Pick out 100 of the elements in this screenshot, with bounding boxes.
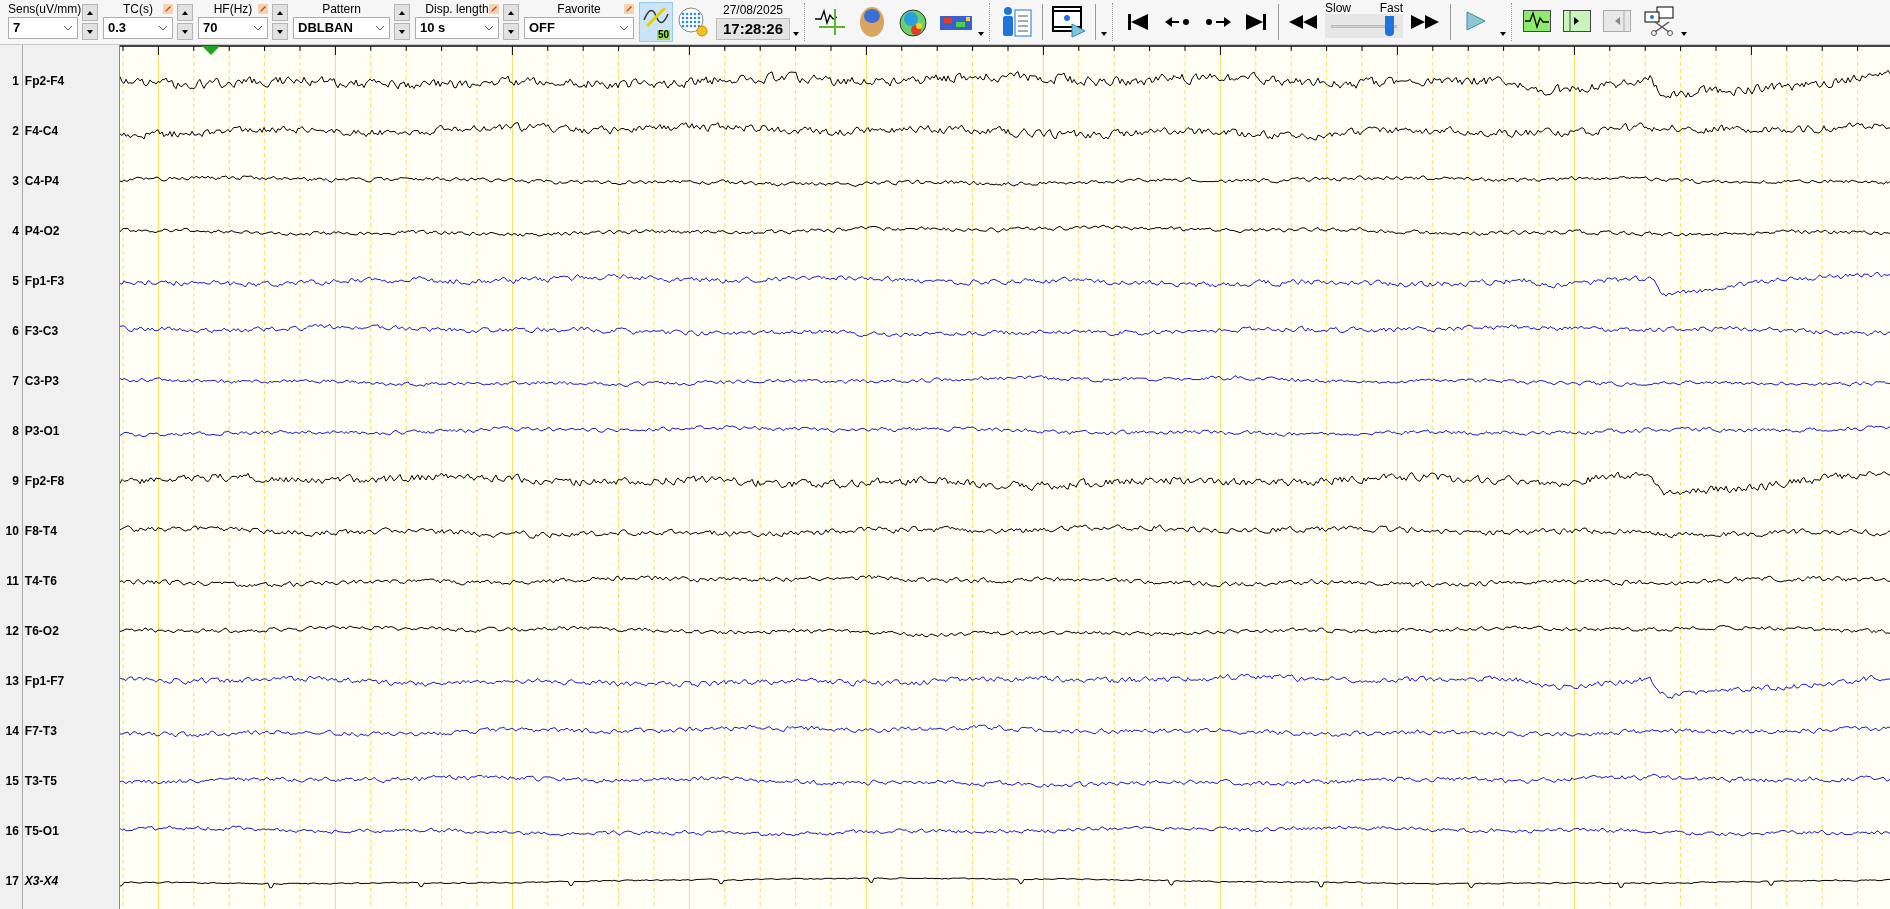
spin-up-button[interactable] <box>177 4 193 21</box>
value-dropdown[interactable]: 7 <box>8 17 78 39</box>
channel-number: 17 <box>4 873 19 890</box>
up-arrow-icon <box>277 10 283 15</box>
spectrum-map-icon[interactable] <box>940 16 972 30</box>
channel-number: 8 <box>11 423 19 440</box>
play-page-icon[interactable] <box>1563 10 1591 32</box>
channel-number: 7 <box>11 373 19 390</box>
caret-icon <box>375 25 385 31</box>
slider-thumb[interactable] <box>1384 16 1394 36</box>
dropdown-arrow-icon[interactable] <box>1101 32 1107 36</box>
channel-label[interactable]: P4-O2 <box>24 222 60 240</box>
spin-down-button[interactable] <box>82 23 98 40</box>
control-label: Sens(uV/mm) <box>8 2 82 15</box>
control-label: Disp. length <box>425 2 489 15</box>
channel-number: 1 <box>11 73 19 90</box>
value-dropdown[interactable]: OFF <box>524 17 634 39</box>
spin-up-button[interactable] <box>272 4 288 21</box>
head-settings-icon[interactable] <box>677 6 709 38</box>
control-label: Favorite <box>557 2 601 15</box>
channel-label[interactable]: C4-P4 <box>24 172 59 190</box>
channel-label[interactable]: T6-O2 <box>24 622 59 640</box>
up-arrow-icon <box>508 10 514 15</box>
up-arrow-icon <box>87 10 93 15</box>
pencil-icon[interactable] <box>489 3 499 14</box>
channel-label[interactable]: T4-T6 <box>24 572 57 590</box>
caret-icon <box>158 25 168 31</box>
value-dropdown[interactable]: DBLBAN <box>293 17 390 39</box>
down-arrow-icon <box>508 29 514 34</box>
play-icon[interactable] <box>1466 11 1486 31</box>
channel-label[interactable]: P3-O1 <box>24 422 60 440</box>
channel-number: 9 <box>11 473 19 490</box>
patient-info-icon[interactable] <box>1001 6 1033 38</box>
spin-down-button[interactable] <box>503 23 519 40</box>
next-mark-icon[interactable] <box>1205 17 1231 27</box>
dropdown-arrow-icon[interactable] <box>1500 32 1506 36</box>
channel-number: 11 <box>5 573 19 590</box>
channel-number: 16 <box>4 823 19 840</box>
channel-number: 6 <box>11 323 19 340</box>
caret-icon <box>484 25 494 31</box>
channel-label[interactable]: F4-C4 <box>24 122 59 140</box>
skip-to-end-icon[interactable] <box>1246 14 1266 30</box>
spin-up-button[interactable] <box>503 4 519 21</box>
channel-label[interactable]: F3-C3 <box>24 322 59 340</box>
control-label: Pattern <box>322 2 361 15</box>
rewind-icon[interactable] <box>1289 15 1317 29</box>
cut-video-icon[interactable] <box>1643 6 1675 36</box>
channel-number: 12 <box>4 623 19 640</box>
previous-mark-icon[interactable] <box>1165 17 1191 27</box>
fast-forward-icon[interactable] <box>1411 15 1439 29</box>
down-arrow-icon <box>182 29 188 34</box>
notch-filter-button[interactable]: 50 <box>639 2 673 42</box>
value-dropdown[interactable]: 0.3 <box>103 17 173 39</box>
up-arrow-icon <box>182 10 188 15</box>
dropdown-arrow-icon[interactable] <box>1681 32 1687 36</box>
channel-label[interactable]: Fp1-F3 <box>24 272 65 290</box>
channel-label[interactable]: F7-T3 <box>24 722 57 740</box>
channel-label[interactable]: X3-X4 <box>24 872 59 890</box>
marker-triangle-icon[interactable] <box>202 46 220 55</box>
channel-label[interactable]: Fp1-F7 <box>24 672 65 690</box>
channel-label[interactable]: C3-P3 <box>24 372 59 390</box>
channel-label[interactable]: Fp2-F4 <box>24 72 65 90</box>
channel-number: 4 <box>11 223 19 240</box>
channel-label[interactable]: Fp2-F8 <box>24 472 65 490</box>
down-arrow-icon <box>87 29 93 34</box>
filter-wave-icon <box>643 6 669 28</box>
slow-label: Slow <box>1325 2 1351 14</box>
waveform-marker-icon[interactable] <box>815 7 847 37</box>
channel-label[interactable]: T3-T5 <box>24 772 57 790</box>
channel-number: 3 <box>11 173 19 190</box>
spin-up-button[interactable] <box>82 4 98 21</box>
skip-to-start-icon[interactable] <box>1128 14 1148 30</box>
back-page-icon[interactable] <box>1603 10 1631 32</box>
channel-label[interactable]: T5-O1 <box>24 822 59 840</box>
channel-number: 13 <box>4 673 19 690</box>
pencil-icon[interactable] <box>163 3 173 14</box>
caret-icon <box>253 25 263 31</box>
spin-down-button[interactable] <box>177 23 193 40</box>
speed-slider[interactable] <box>1325 14 1403 38</box>
channel-label[interactable]: F8-T4 <box>24 522 57 540</box>
video-icon[interactable] <box>1052 6 1086 38</box>
value-dropdown[interactable]: 10 s <box>415 17 499 39</box>
spin-down-button[interactable] <box>394 23 410 40</box>
pencil-icon[interactable] <box>624 3 634 14</box>
caret-icon <box>619 25 629 31</box>
topographic-map-icon[interactable] <box>898 6 928 38</box>
pencil-icon[interactable] <box>258 3 268 14</box>
dropdown-arrow-icon[interactable] <box>978 32 984 36</box>
spin-up-button[interactable] <box>394 4 410 21</box>
channel-number: 2 <box>11 123 19 140</box>
spin-down-button[interactable] <box>272 23 288 40</box>
head-map-icon[interactable] <box>858 6 886 38</box>
date-text: 27/08/2025 <box>722 4 784 16</box>
down-arrow-icon <box>277 29 283 34</box>
down-arrow-icon <box>399 29 405 34</box>
time-display: 17:28:26 <box>716 18 790 40</box>
waveform-page-icon[interactable] <box>1523 10 1551 32</box>
dropdown-arrow-icon[interactable] <box>793 32 799 36</box>
channel-number: 5 <box>11 273 19 290</box>
value-dropdown[interactable]: 70 <box>198 17 268 39</box>
